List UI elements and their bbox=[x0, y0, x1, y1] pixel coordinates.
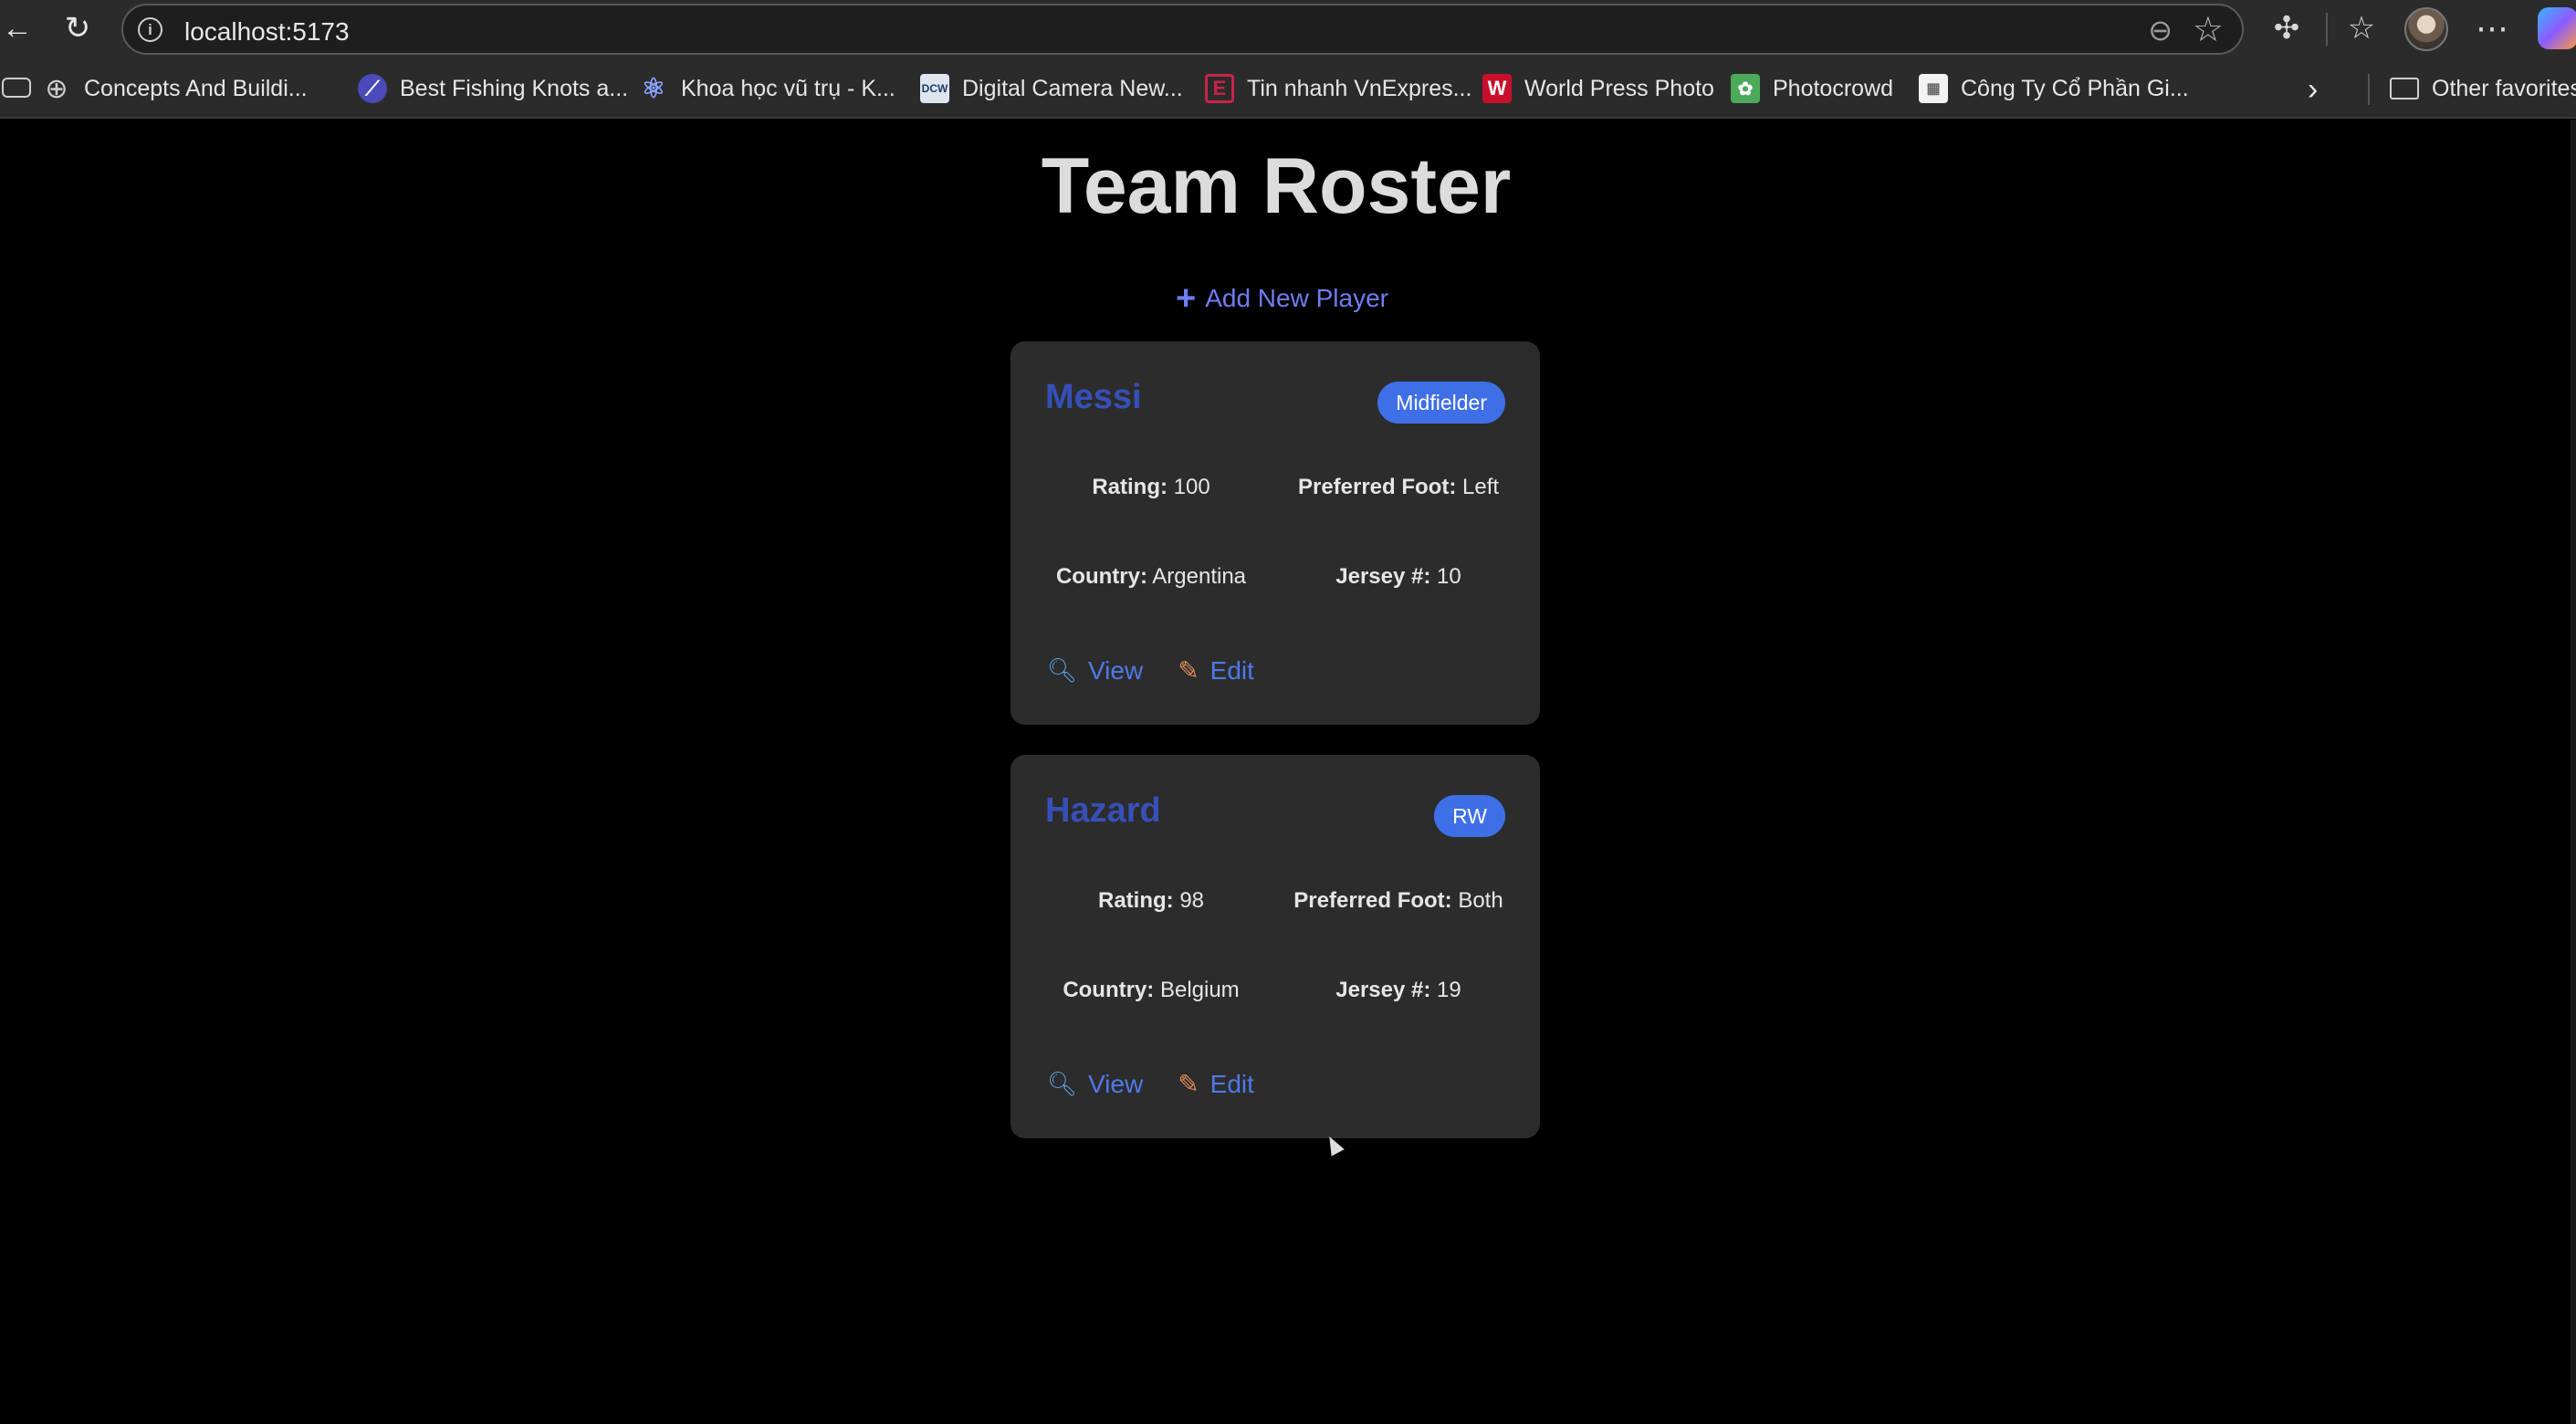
wpp-icon: W bbox=[1482, 74, 1512, 103]
card-actions: 🔍︎ View ✎ Edit bbox=[1047, 1069, 1289, 1099]
view-label: View bbox=[1088, 1069, 1144, 1098]
fishing-icon: ⟋ bbox=[358, 74, 387, 103]
magnifier-icon: 🔍︎ bbox=[1047, 1070, 1078, 1097]
preferred-foot-value: Both bbox=[1458, 888, 1503, 913]
bookmark-item[interactable]: ⊕ Concepts And Buildi... bbox=[42, 70, 308, 107]
add-new-player-label: Add New Player bbox=[1205, 284, 1388, 312]
rating-label: Rating: bbox=[1092, 475, 1168, 499]
view-player-link[interactable]: 🔍︎ View bbox=[1047, 1070, 1143, 1099]
favorites-icon[interactable]: ☆ bbox=[2339, 5, 2384, 51]
country-value: Belgium bbox=[1159, 978, 1240, 1002]
reload-icon[interactable]: ↻ bbox=[55, 5, 100, 51]
preferred-foot-label: Preferred Foot: bbox=[1293, 888, 1452, 913]
bookmark-item[interactable]: ⟋ Best Fishing Knots a... bbox=[358, 70, 628, 107]
vnexpress-icon: E bbox=[1205, 74, 1234, 103]
pencil-icon: ✎ bbox=[1178, 656, 1199, 685]
bookmark-label: Best Fishing Knots a... bbox=[400, 75, 629, 101]
bookmark-item[interactable]: ⚛ Khoa học vũ trụ - K... bbox=[639, 70, 895, 107]
preferred-foot-label: Preferred Foot: bbox=[1297, 475, 1457, 499]
site-info-icon[interactable]: i bbox=[138, 17, 162, 42]
other-favorites[interactable]: Other favorites bbox=[2390, 70, 2576, 107]
bookmark-item[interactable]: ▦ Công Ty Cổ Phần Gi... bbox=[1919, 70, 2189, 107]
plus-icon: + bbox=[1176, 279, 1197, 318]
jersey-value: 10 bbox=[1437, 564, 1461, 589]
view-label: View bbox=[1088, 655, 1144, 685]
page-title: Team Roster bbox=[1041, 142, 1512, 230]
bookmark-label: Photocrowd bbox=[1773, 75, 1894, 101]
player-card: Hazard RW Rating: 98 Preferred Foot: Bot… bbox=[1011, 755, 1540, 1138]
jersey-label: Jersey #: bbox=[1335, 978, 1431, 1002]
player-country: Country: Belgium bbox=[1063, 978, 1239, 1003]
pencil-icon: ✎ bbox=[1178, 1070, 1199, 1098]
player-rating: Rating: 100 bbox=[1092, 475, 1209, 500]
edit-player-link[interactable]: ✎ Edit bbox=[1178, 655, 1254, 686]
country-label: Country: bbox=[1063, 978, 1155, 1002]
player-rating: Rating: 98 bbox=[1098, 888, 1204, 914]
view-player-link[interactable]: 🔍︎ View bbox=[1047, 656, 1143, 686]
jersey-label: Jersey #: bbox=[1335, 564, 1431, 589]
zoom-out-icon[interactable]: ⊖ bbox=[2148, 13, 2173, 47]
profile-avatar[interactable] bbox=[2404, 7, 2448, 51]
edit-label: Edit bbox=[1209, 1069, 1254, 1098]
position-badge: Midfielder bbox=[1377, 382, 1505, 424]
rating-label: Rating: bbox=[1097, 888, 1174, 913]
globe-icon: ⊕ bbox=[45, 73, 68, 104]
back-arrow-icon[interactable]: ← bbox=[0, 5, 40, 51]
country-value: Argentina bbox=[1152, 564, 1247, 589]
rating-value: 100 bbox=[1173, 475, 1210, 499]
atom-icon: ⚛ bbox=[641, 73, 666, 104]
sidebar-toggle-icon[interactable] bbox=[2, 78, 31, 98]
bookmark-item[interactable]: E Tin nhanh VnExpres... bbox=[1205, 70, 1471, 107]
extensions-puzzle-icon[interactable]: ✣ bbox=[2264, 5, 2309, 51]
edit-label: Edit bbox=[1209, 655, 1254, 685]
player-preferred-foot: Preferred Foot: Left bbox=[1298, 475, 1499, 500]
bookmark-item[interactable]: ✿ Photocrowd bbox=[1731, 70, 1893, 107]
bookmarks-bar: ⊕ Concepts And Buildi... ⟋ Best Fishing … bbox=[0, 58, 2576, 119]
more-menu-icon[interactable]: ⋯ bbox=[2469, 5, 2515, 51]
folder-icon bbox=[2390, 78, 2419, 99]
company-icon: ▦ bbox=[1919, 74, 1948, 103]
magnifier-icon: 🔍︎ bbox=[1047, 656, 1078, 684]
player-jersey: Jersey #: 19 bbox=[1335, 978, 1461, 1003]
edit-player-link[interactable]: ✎ Edit bbox=[1178, 1069, 1254, 1099]
bookmark-label: Tin nhanh VnExpres... bbox=[1247, 75, 1472, 101]
photocrowd-icon: ✿ bbox=[1731, 74, 1760, 103]
player-country: Country: Argentina bbox=[1056, 564, 1246, 590]
player-jersey: Jersey #: 10 bbox=[1335, 564, 1461, 590]
bookmarks-divider bbox=[2368, 74, 2370, 105]
browser-toolbar: ← ↻ i localhost:5173 ⊖ ☆ ✣ ☆ ⋯ bbox=[0, 0, 2576, 58]
chevron-right-icon[interactable]: › bbox=[2308, 72, 2318, 108]
bookmark-label: Digital Camera New... bbox=[962, 75, 1183, 101]
card-actions: 🔍︎ View ✎ Edit bbox=[1047, 655, 1289, 686]
player-preferred-foot: Preferred Foot: Both bbox=[1293, 888, 1503, 914]
copilot-icon[interactable] bbox=[2538, 7, 2576, 49]
bookmark-item[interactable]: DCW Digital Camera New... bbox=[920, 70, 1183, 107]
url-text[interactable]: localhost:5173 bbox=[184, 17, 350, 47]
address-bar[interactable]: i localhost:5173 ⊖ ☆ bbox=[121, 4, 2244, 55]
preferred-foot-value: Left bbox=[1462, 475, 1500, 499]
player-card: Messi Midfielder Rating: 100 Preferred F… bbox=[1011, 341, 1540, 725]
toolbar-divider bbox=[2326, 13, 2328, 46]
bookmark-label: World Press Photo bbox=[1524, 75, 1714, 101]
bookmark-label: Khoa học vũ trụ - K... bbox=[681, 75, 895, 101]
add-new-player-link[interactable]: + Add New Player bbox=[1176, 281, 1388, 316]
rating-value: 98 bbox=[1179, 888, 1205, 913]
other-favorites-label: Other favorites bbox=[2432, 75, 2576, 101]
player-name: Hazard bbox=[1045, 791, 1161, 830]
scrollbar[interactable] bbox=[2571, 120, 2576, 1424]
position-badge: RW bbox=[1434, 795, 1505, 837]
jersey-value: 19 bbox=[1437, 978, 1461, 1002]
bookmark-item[interactable]: W World Press Photo bbox=[1482, 70, 1714, 107]
bookmark-label: Concepts And Buildi... bbox=[84, 75, 308, 101]
player-name: Messi bbox=[1045, 378, 1142, 416]
add-favorite-star-icon[interactable]: ☆ bbox=[2193, 9, 2224, 50]
country-label: Country: bbox=[1055, 564, 1147, 589]
bookmark-label: Công Ty Cổ Phần Gi... bbox=[1961, 75, 2189, 101]
dcw-icon: DCW bbox=[920, 74, 949, 103]
